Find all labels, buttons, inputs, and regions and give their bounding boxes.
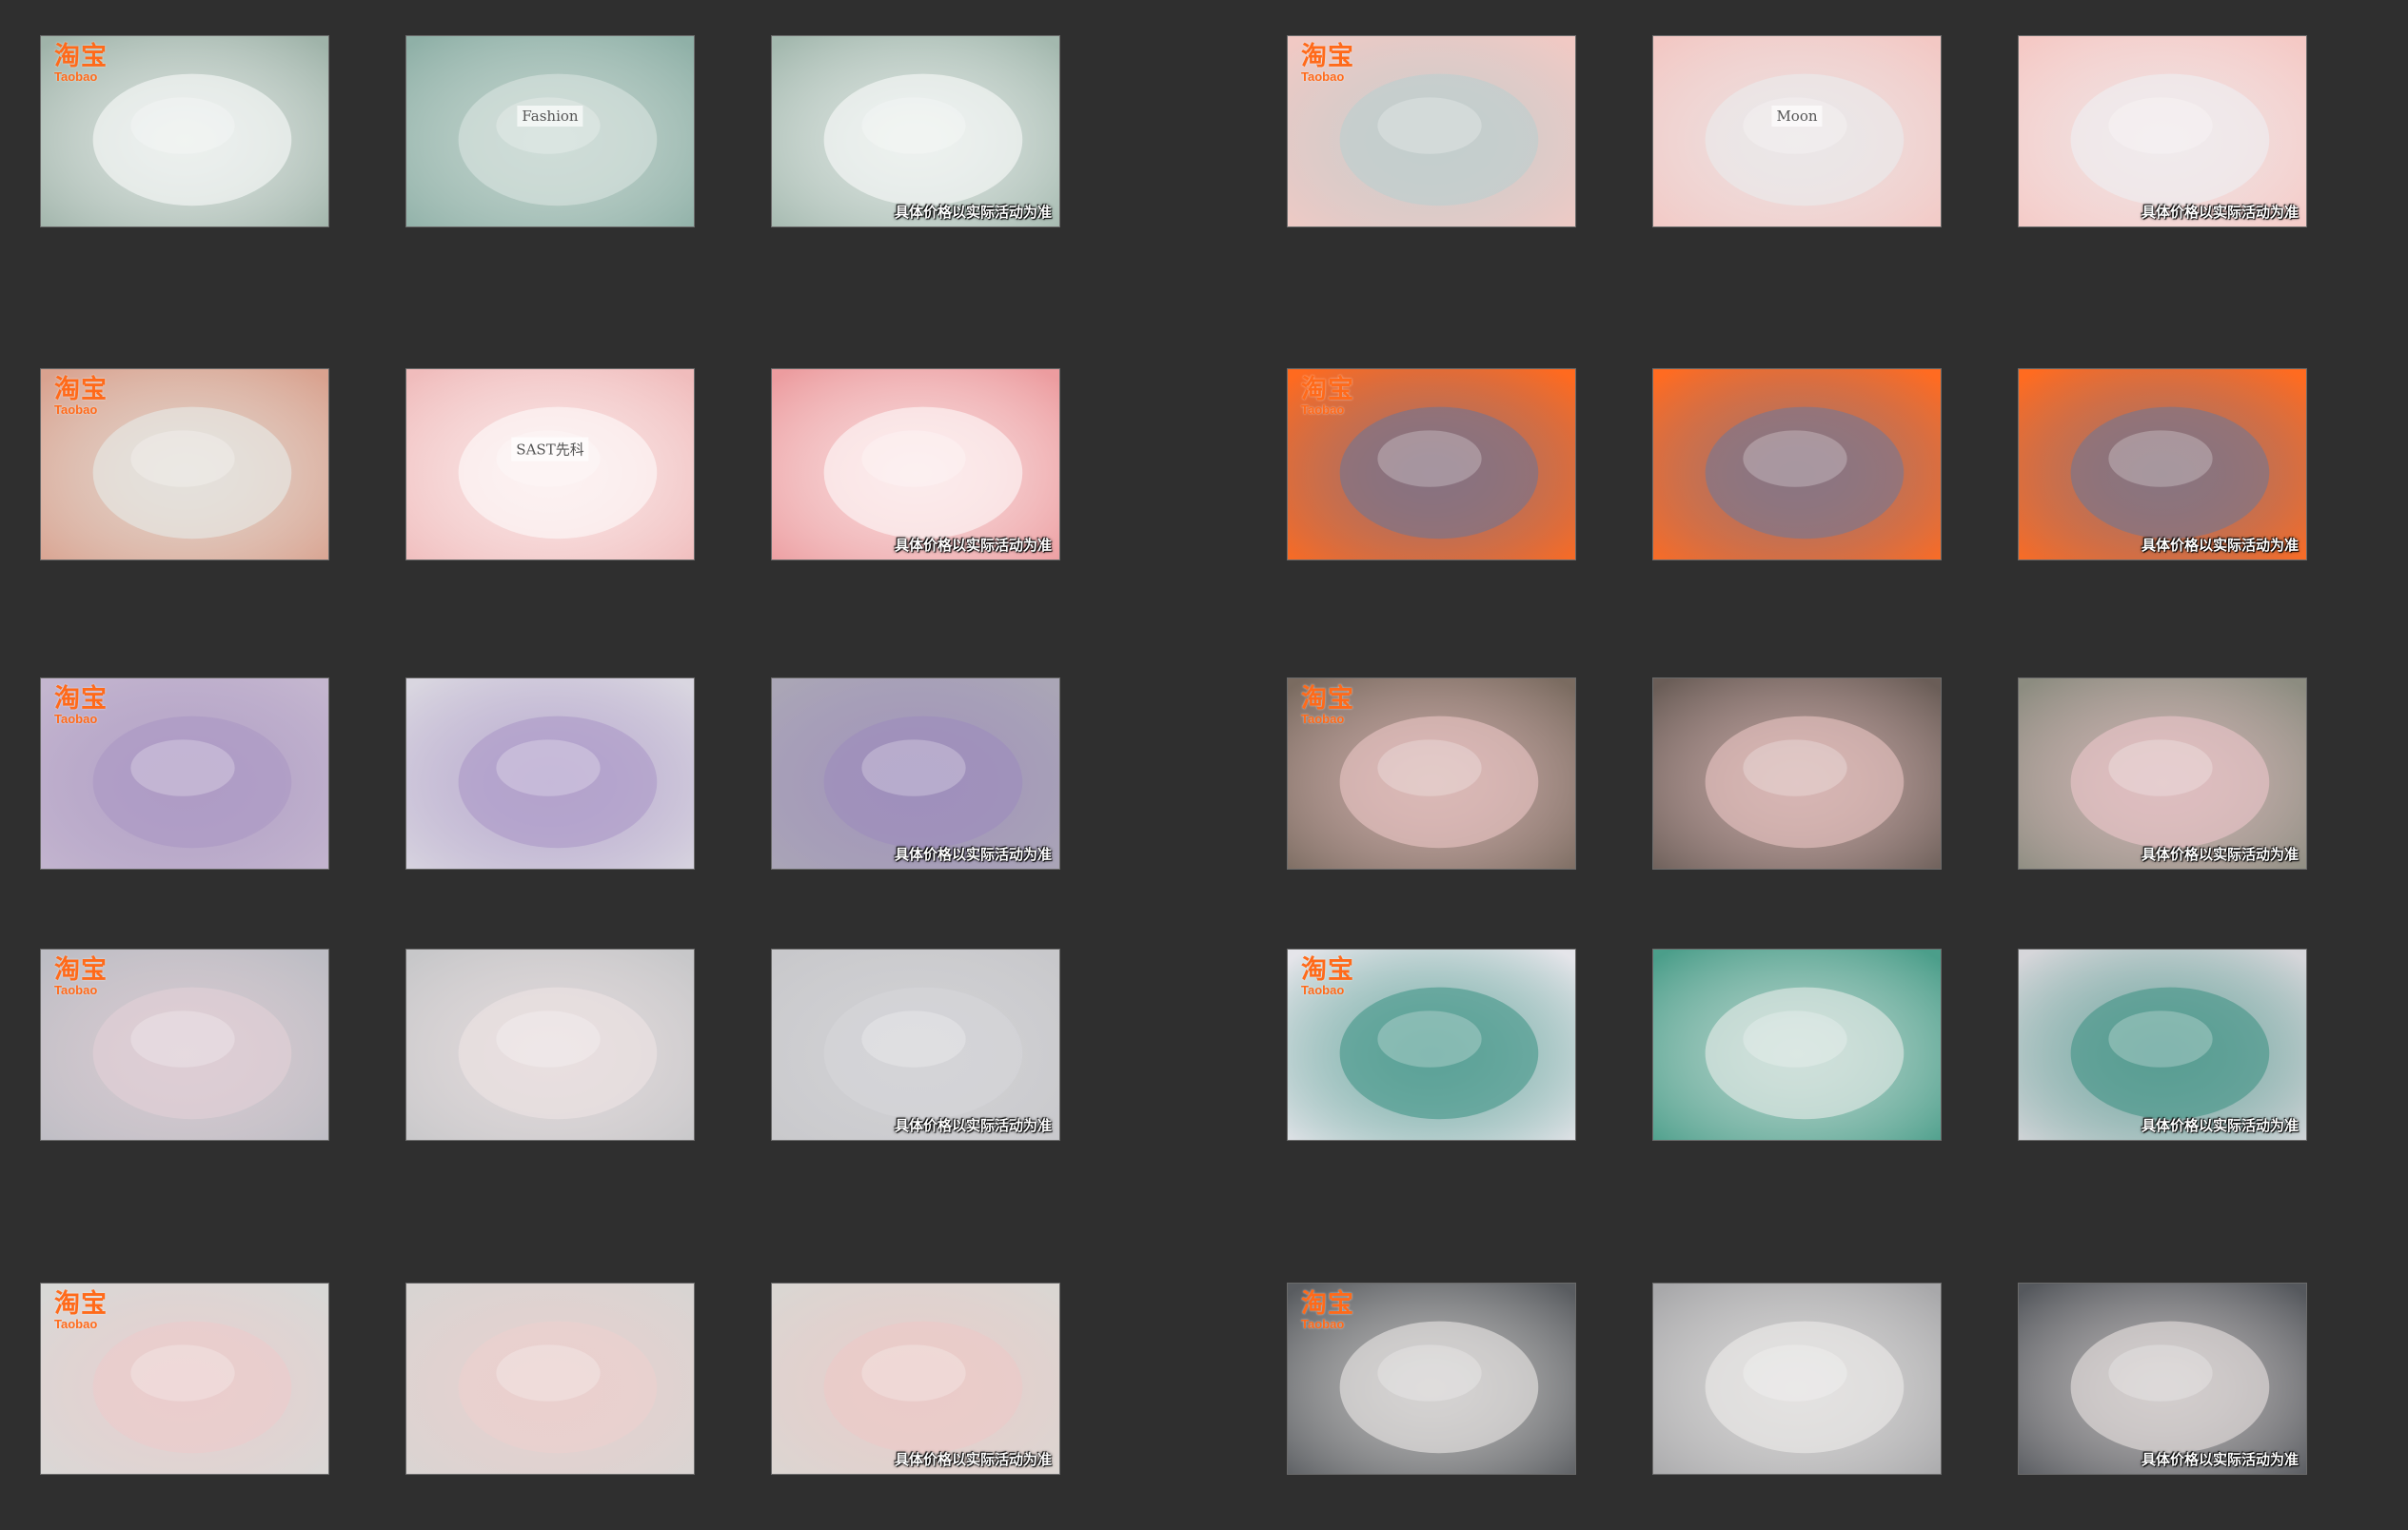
product-photo [2019,950,2306,1140]
taobao-logo: 淘宝 Taobao [1301,957,1354,996]
product-thumbnail-r4c3[interactable]: 具体价格以实际活动为准 [771,949,1060,1141]
product-thumbnail-r2c1[interactable]: 淘宝 Taobao [40,368,329,560]
product-thumbnail-r3c6[interactable]: 具体价格以实际活动为准 [2018,677,2307,870]
product-photo [772,678,1059,869]
product-photo [2019,678,2306,869]
product-thumbnail-r4c1[interactable]: 淘宝 Taobao [40,949,329,1141]
product-photo [1653,678,1941,869]
product-photo [406,1284,694,1474]
taobao-logo-cn: 淘宝 [1301,375,1354,404]
taobao-logo: 淘宝 Taobao [1301,1291,1354,1330]
product-thumbnail-r3c4[interactable]: 淘宝 Taobao [1287,677,1576,870]
product-thumbnail-r5c4[interactable]: 淘宝 Taobao [1287,1283,1576,1475]
product-thumbnail-r3c2[interactable] [405,677,695,870]
product-thumbnail-r2c5[interactable] [1652,368,1942,560]
product-thumbnail-r1c2[interactable]: Fashion [405,35,695,227]
product-photo [772,36,1059,226]
product-thumbnail-r3c5[interactable] [1652,677,1942,870]
taobao-logo-en: Taobao [1301,712,1345,726]
product-photo [1653,36,1941,226]
taobao-logo: 淘宝 Taobao [1301,377,1354,416]
taobao-logo-cn: 淘宝 [1301,955,1354,985]
product-photo [1653,1284,1941,1474]
product-photo [772,950,1059,1140]
product-label: Moon [1771,106,1823,127]
product-thumbnail-r5c3[interactable]: 具体价格以实际活动为准 [771,1283,1060,1475]
taobao-logo-en: Taobao [54,1317,98,1331]
taobao-logo-cn: 淘宝 [1301,684,1354,714]
price-note-caption: 具体价格以实际活动为准 [894,1451,1052,1468]
taobao-logo: 淘宝 Taobao [1301,686,1354,725]
taobao-logo-cn: 淘宝 [54,955,108,985]
taobao-logo-en: Taobao [1301,1317,1345,1331]
product-photo [2019,1284,2306,1474]
taobao-logo: 淘宝 Taobao [1301,44,1354,83]
product-photo [2019,369,2306,559]
product-thumbnail-r5c2[interactable] [405,1283,695,1475]
price-note-caption: 具体价格以实际活动为准 [2141,1117,2299,1134]
product-thumbnail-r3c3[interactable]: 具体价格以实际活动为准 [771,677,1060,870]
price-note-caption: 具体价格以实际活动为准 [894,846,1052,863]
product-photo [1653,950,1941,1140]
taobao-logo-en: Taobao [54,402,98,417]
price-note-caption: 具体价格以实际活动为准 [2141,1451,2299,1468]
taobao-logo-en: Taobao [1301,69,1345,84]
product-thumbnail-r5c5[interactable] [1652,1283,1942,1475]
product-thumbnail-r4c5[interactable] [1652,949,1942,1141]
product-thumbnail-r4c6[interactable]: 具体价格以实际活动为准 [2018,949,2307,1141]
taobao-logo-cn: 淘宝 [54,1289,108,1319]
taobao-logo-en: Taobao [1301,983,1345,997]
product-thumbnail-r3c1[interactable]: 淘宝 Taobao [40,677,329,870]
taobao-logo-en: Taobao [54,712,98,726]
product-thumbnail-r2c2[interactable]: SAST先科 [405,368,695,560]
product-label: Fashion [517,106,583,127]
product-photo [1653,369,1941,559]
product-photo [772,369,1059,559]
price-note-caption: 具体价格以实际活动为准 [894,204,1052,221]
price-note-caption: 具体价格以实际活动为准 [894,537,1052,554]
taobao-logo-en: Taobao [54,69,98,84]
taobao-logo-cn: 淘宝 [1301,1289,1354,1319]
product-photo [406,36,694,226]
product-photo [406,678,694,869]
taobao-logo-cn: 淘宝 [54,42,108,71]
product-thumbnail-r1c3[interactable]: 具体价格以实际活动为准 [771,35,1060,227]
taobao-logo: 淘宝 Taobao [54,686,108,725]
taobao-logo-cn: 淘宝 [54,375,108,404]
product-photo [2019,36,2306,226]
product-thumbnail-r5c1[interactable]: 淘宝 Taobao [40,1283,329,1475]
product-photo [406,950,694,1140]
product-thumbnail-r2c3[interactable]: 具体价格以实际活动为准 [771,368,1060,560]
taobao-logo: 淘宝 Taobao [54,1291,108,1330]
price-note-caption: 具体价格以实际活动为准 [894,1117,1052,1134]
product-photo [772,1284,1059,1474]
product-thumbnail-r1c4[interactable]: 淘宝 Taobao [1287,35,1576,227]
product-label: SAST先科 [511,437,589,461]
product-thumbnail-r1c5[interactable]: Moon [1652,35,1942,227]
taobao-logo: 淘宝 Taobao [54,377,108,416]
product-photo [406,369,694,559]
price-note-caption: 具体价格以实际活动为准 [2141,537,2299,554]
taobao-logo-cn: 淘宝 [54,684,108,714]
price-note-caption: 具体价格以实际活动为准 [2141,846,2299,863]
product-thumbnail-r5c6[interactable]: 具体价格以实际活动为准 [2018,1283,2307,1475]
taobao-logo-en: Taobao [54,983,98,997]
product-thumbnail-r4c2[interactable] [405,949,695,1141]
product-thumbnail-r4c4[interactable]: 淘宝 Taobao [1287,949,1576,1141]
taobao-logo-cn: 淘宝 [1301,42,1354,71]
product-thumbnail-r1c1[interactable]: 淘宝 Taobao [40,35,329,227]
taobao-logo-en: Taobao [1301,402,1345,417]
product-thumbnail-r2c4[interactable]: 淘宝 Taobao [1287,368,1576,560]
taobao-logo: 淘宝 Taobao [54,44,108,83]
product-thumbnail-r2c6[interactable]: 具体价格以实际活动为准 [2018,368,2307,560]
price-note-caption: 具体价格以实际活动为准 [2141,204,2299,221]
taobao-logo: 淘宝 Taobao [54,957,108,996]
product-thumbnail-r1c6[interactable]: 具体价格以实际活动为准 [2018,35,2307,227]
